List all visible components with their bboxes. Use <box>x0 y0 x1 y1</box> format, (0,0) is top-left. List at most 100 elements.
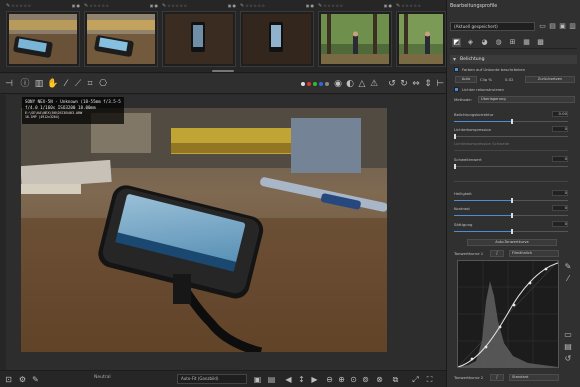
slider-value[interactable]: 0 <box>552 126 568 132</box>
copy-profile-icon[interactable]: ▣ <box>558 22 567 31</box>
thumbnail[interactable] <box>396 11 446 67</box>
zoom-fit-select[interactable]: Auto-Fit (Ganzbild) <box>177 374 247 384</box>
nav-sync-icon[interactable]: ↕ <box>296 374 307 385</box>
zoom-out-icon[interactable]: ⊖ <box>324 374 335 385</box>
crop-icon[interactable]: ⌗ <box>84 78 96 90</box>
trash-icon[interactable]: ▣ <box>72 3 76 8</box>
auto-tone-curve-button[interactable]: Auto-Tonwertkurve <box>467 239 557 246</box>
straighten-icon[interactable]: ⟋ <box>72 78 84 90</box>
color-label-icon[interactable]: ● <box>155 3 159 8</box>
curve1-type-button[interactable]: ∫ <box>490 250 504 257</box>
flip-horizontal-icon[interactable]: ⇔ <box>410 78 422 90</box>
trash-icon[interactable]: ▣ <box>228 3 232 8</box>
color-label-icon[interactable]: ● <box>233 3 237 8</box>
curve-open-icon[interactable]: ▭ <box>563 330 573 340</box>
thumbnail[interactable] <box>6 11 80 67</box>
nav-prev-folder-icon[interactable]: ▤ <box>266 374 277 385</box>
preview-luminance-swatch[interactable] <box>325 82 329 86</box>
tone-curve-editor[interactable] <box>457 260 559 368</box>
auto-button[interactable]: Auto <box>455 76 477 83</box>
save-icon[interactable]: ⊡ <box>3 374 14 385</box>
color-label-icon[interactable]: ● <box>77 3 81 8</box>
section-exposure-header[interactable]: Belichtung <box>450 55 577 64</box>
black-level-slider[interactable] <box>454 164 568 169</box>
saturation-slider[interactable] <box>454 229 568 234</box>
edit-icon[interactable]: ✎ <box>240 3 244 9</box>
curve-reset-icon[interactable]: ↺ <box>563 354 573 364</box>
transform-icon[interactable]: ⎔ <box>97 78 109 90</box>
slider-value[interactable]: 0 <box>552 156 568 162</box>
tab-transform-icon[interactable]: ⊞ <box>508 38 517 47</box>
tab-exposure-icon[interactable]: ◩ <box>452 38 461 47</box>
open-profile-icon[interactable]: ▭ <box>538 22 547 31</box>
nav-first-icon[interactable]: ▣ <box>252 374 263 385</box>
highlight-compression-slider[interactable] <box>454 134 568 139</box>
color-label-icon[interactable]: ● <box>311 3 315 8</box>
clip-percent-value[interactable]: 0.02 <box>505 77 513 82</box>
exposure-slider[interactable] <box>454 119 568 124</box>
tab-details-icon[interactable]: ◈ <box>466 38 475 47</box>
rotate-right-icon[interactable]: ↻ <box>398 78 410 90</box>
trash-icon[interactable]: ▣ <box>384 3 388 8</box>
rating-stars[interactable]: ☆☆☆☆☆ <box>245 3 265 8</box>
main-photo[interactable] <box>21 108 387 352</box>
curve2-type-button[interactable]: ∫ <box>490 374 504 381</box>
focus-mask-icon[interactable]: ◉ <box>332 78 344 90</box>
contrast-slider[interactable] <box>454 213 568 218</box>
rating-stars[interactable]: ☆☆☆☆☆ <box>89 3 109 8</box>
color-label-icon[interactable]: ● <box>389 3 393 8</box>
tab-advanced-icon[interactable]: ◍ <box>494 38 503 47</box>
method-select[interactable]: Überlagerung <box>478 96 575 103</box>
slider-value[interactable]: 0.00 <box>552 111 568 117</box>
zoom-in-icon[interactable]: ⊕ <box>336 374 347 385</box>
profile-select[interactable]: (Aktuell gespeichert) <box>450 22 535 31</box>
clipped-highlights-icon[interactable]: △ <box>356 78 368 90</box>
clipped-shadows-icon[interactable]: ◐ <box>344 78 356 90</box>
thumbnail[interactable] <box>240 11 314 67</box>
edit-icon[interactable]: ✎ <box>6 3 10 9</box>
filmstrip-resize-handle[interactable] <box>212 70 234 72</box>
nav-next-icon[interactable]: ▶ <box>309 374 320 385</box>
edit-icon[interactable]: ✎ <box>318 3 322 9</box>
detail-window-icon[interactable]: ⧉ <box>390 374 401 385</box>
history-panel-collapsed[interactable] <box>0 95 6 370</box>
edit-icon[interactable]: ✎ <box>162 3 166 9</box>
save-profile-icon[interactable]: ▤ <box>548 22 557 31</box>
tab-raw-icon[interactable]: ▦ <box>522 38 531 47</box>
reset-button[interactable]: Zurücksetzen <box>525 76 575 83</box>
paste-profile-icon[interactable]: ▥ <box>568 22 577 31</box>
nav-previous-icon[interactable]: ◀ <box>283 374 294 385</box>
rating-stars[interactable]: ☆☆☆☆☆ <box>167 3 187 8</box>
external-editor-icon[interactable]: ✎ <box>30 374 41 385</box>
before-after-icon[interactable]: ▥ <box>33 78 45 90</box>
history-toggle-icon[interactable]: ⊣ <box>3 78 15 90</box>
curve-edit-icon[interactable]: ⁄ <box>563 274 573 284</box>
brightness-slider[interactable] <box>454 198 568 203</box>
edit-icon[interactable]: ✎ <box>396 3 400 9</box>
thumbnail[interactable] <box>84 11 158 67</box>
preview-rgb-swatch[interactable] <box>301 82 305 86</box>
thumbnail[interactable] <box>162 11 236 67</box>
hand-tool-icon[interactable]: ✋ <box>47 78 59 90</box>
preview-red-swatch[interactable] <box>307 82 311 86</box>
rating-stars[interactable]: ☆☆☆☆☆ <box>401 3 421 8</box>
tab-metadata-icon[interactable]: ▩ <box>536 38 545 47</box>
trash-icon[interactable]: ▣ <box>150 3 154 8</box>
rating-stars[interactable]: ☆☆☆☆☆ <box>11 3 31 8</box>
slider-value[interactable]: 0 <box>552 205 568 211</box>
slider-value[interactable]: 0 <box>552 190 568 196</box>
highlight-checkbox[interactable] <box>454 87 459 92</box>
zoom-crop-icon[interactable]: ⊗ <box>374 374 385 385</box>
preview-blue-swatch[interactable] <box>319 82 323 86</box>
curve-pick-icon[interactable]: ✎ <box>563 262 573 272</box>
curve1-mode-select[interactable]: Filmähnlich <box>509 250 559 257</box>
curve2-mode-select[interactable]: Standard <box>509 374 559 381</box>
info-icon[interactable]: ⓘ <box>19 78 31 90</box>
warning-icon[interactable]: ⚠ <box>368 78 380 90</box>
white-balance-picker-icon[interactable]: ⁄ <box>60 78 72 90</box>
zoom-fit-icon[interactable]: ⊙ <box>348 374 359 385</box>
chevron-down-icon[interactable]: ▾ <box>450 55 459 64</box>
send-to-queue-icon[interactable]: ⚙ <box>17 374 28 385</box>
thumbnail[interactable] <box>318 11 392 67</box>
clip-checkbox[interactable] <box>454 67 459 72</box>
